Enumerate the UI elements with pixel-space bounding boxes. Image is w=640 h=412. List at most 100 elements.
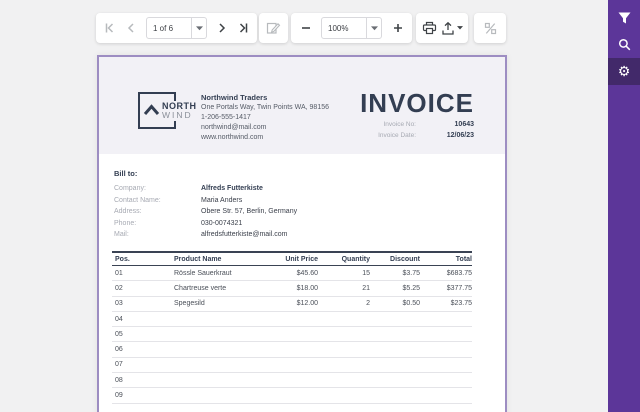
contact-name-value: Maria Anders — [201, 197, 242, 208]
zoom-in-icon — [392, 22, 404, 34]
phone-label: Phone: — [114, 220, 201, 231]
company-label: Company: — [114, 185, 201, 196]
table-cell: 06 — [112, 346, 174, 353]
page-number-value: 1 of 6 — [147, 24, 191, 33]
invoice-number-row: Invoice No: 10643 — [304, 121, 474, 128]
design-toolbar — [259, 13, 288, 43]
zoom-in-button[interactable] — [386, 16, 409, 40]
sidebar-item-search[interactable] — [608, 31, 640, 58]
page-navigation-toolbar: 1 of 6 — [96, 13, 257, 43]
table-cell: $23.75 — [420, 300, 472, 307]
previous-page-icon — [126, 22, 136, 34]
table-cell: 05 — [112, 331, 174, 338]
table-cell: $683.75 — [420, 270, 472, 277]
table-cell: 15 — [318, 270, 370, 277]
invoice-date-row: Invoice Date: 12/06/23 — [304, 132, 474, 139]
table-cell: 01 — [112, 270, 174, 277]
company-logo: NORTH WIND — [138, 92, 176, 129]
zoom-select-caret[interactable] — [366, 18, 381, 38]
zoom-level-input[interactable]: 100% — [321, 17, 382, 39]
table-header-cell: Quantity — [318, 256, 370, 263]
invoice-title: INVOICE — [304, 90, 474, 117]
sidebar-item-settings[interactable]: ⚙ — [608, 58, 640, 85]
zoom-out-icon — [300, 22, 312, 34]
report-design-button[interactable] — [262, 16, 285, 40]
table-row: 02Chartreuse verte$18.0021$5.25$377.75 — [112, 281, 472, 296]
table-header-cell: Product Name — [174, 256, 262, 263]
bill-to-address-row: Address: Obere Str. 57, Berlin, Germany — [114, 208, 297, 219]
last-page-icon — [238, 22, 249, 34]
chevron-down-icon — [457, 26, 463, 30]
mail-value: alfredsfutterkiste@mail.com — [201, 231, 287, 242]
company-value: Alfreds Futterkiste — [201, 185, 263, 196]
print-export-toolbar — [416, 13, 468, 43]
sidebar-item-filter[interactable] — [608, 4, 640, 31]
export-icon — [441, 21, 455, 35]
table-cell: 09 — [112, 392, 174, 399]
table-header-cell: Pos. — [112, 256, 174, 263]
parameters-button[interactable] — [478, 16, 502, 40]
filter-icon — [618, 12, 631, 24]
zoom-toolbar: 100% — [291, 13, 412, 43]
table-cell: 02 — [112, 285, 174, 292]
invoice-date-label: Invoice Date: — [336, 132, 416, 139]
table-header-cell: Unit Price — [262, 256, 318, 263]
bill-to-contact-row: Contact Name: Maria Anders — [114, 197, 242, 208]
table-cell: 07 — [112, 361, 174, 368]
phone-value: 030-0074321 — [201, 220, 242, 231]
table-body: 01Rössle Sauerkraut$45.6015$3.75$683.750… — [112, 266, 472, 404]
next-page-icon — [217, 22, 227, 34]
table-cell: 04 — [112, 316, 174, 323]
table-row: 06 — [112, 342, 472, 357]
logo-text-bottom: WIND — [162, 111, 197, 120]
logo-text: NORTH WIND — [160, 101, 199, 121]
printer-icon — [422, 21, 437, 35]
table-row: 05 — [112, 327, 472, 342]
bill-to-phone-row: Phone: 030-0074321 — [114, 220, 242, 231]
invoice-date-value: 12/06/23 — [416, 132, 474, 139]
last-page-button[interactable] — [233, 16, 255, 40]
table-header-cell: Total — [420, 256, 472, 263]
page-select-caret[interactable] — [191, 18, 206, 38]
first-page-button[interactable] — [99, 16, 121, 40]
table-cell: 21 — [318, 285, 370, 292]
address-label: Address: — [114, 208, 201, 219]
table-row: 01Rössle Sauerkraut$45.6015$3.75$683.75 — [112, 266, 472, 281]
zoom-level-value: 100% — [322, 24, 366, 33]
table-cell: $0.50 — [370, 300, 420, 307]
parameters-toolbar — [474, 13, 506, 43]
print-button[interactable] — [419, 16, 439, 40]
bill-to-company-row: Company: Alfreds Futterkiste — [114, 185, 263, 196]
invoice-items-table: Pos.Product NameUnit PriceQuantityDiscou… — [112, 251, 472, 404]
table-cell: $12.00 — [262, 300, 318, 307]
table-cell: $377.75 — [420, 285, 472, 292]
invoice-title-block: INVOICE Invoice No: 10643 Invoice Date: … — [304, 90, 474, 139]
table-cell: $18.00 — [262, 285, 318, 292]
address-value: Obere Str. 57, Berlin, Germany — [201, 208, 297, 219]
bill-to-mail-row: Mail: alfredsfutterkiste@mail.com — [114, 231, 287, 242]
table-cell: $3.75 — [370, 270, 420, 277]
table-cell: Rössle Sauerkraut — [174, 270, 262, 277]
report-page[interactable]: NORTH WIND Northwind Traders One Portals… — [97, 55, 507, 412]
next-page-button[interactable] — [211, 16, 233, 40]
right-sidebar: ⚙ — [608, 0, 640, 412]
gear-icon: ⚙ — [618, 65, 631, 79]
search-icon — [618, 38, 631, 51]
table-cell: Spegesild — [174, 300, 262, 307]
export-button[interactable] — [439, 16, 465, 40]
table-header-row: Pos.Product NameUnit PriceQuantityDiscou… — [112, 251, 472, 266]
table-row: 04 — [112, 312, 472, 327]
page-number-input[interactable]: 1 of 6 — [146, 17, 207, 39]
table-header-cell: Discount — [370, 256, 420, 263]
zoom-out-button[interactable] — [294, 16, 317, 40]
table-cell: $45.60 — [262, 270, 318, 277]
table-row: 07 — [112, 358, 472, 373]
chevron-down-icon — [371, 26, 378, 31]
chevron-up-icon — [143, 103, 160, 115]
invoice-number-value: 10643 — [416, 121, 474, 128]
bill-to-heading: Bill to: — [114, 169, 137, 178]
previous-page-button[interactable] — [121, 16, 143, 40]
chevron-down-icon — [196, 26, 203, 31]
table-cell: 2 — [318, 300, 370, 307]
table-row: 03Spegesild$12.002$0.50$23.75 — [112, 297, 472, 312]
